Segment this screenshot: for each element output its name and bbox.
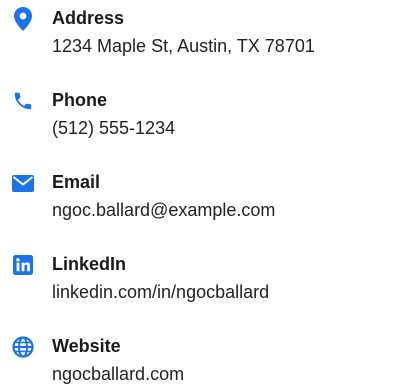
address-value: 1234 Maple St, Austin, TX 78701 [52,36,315,56]
globe-icon [10,334,36,360]
linkedin-value: linkedin.com/in/ngocballard [52,282,270,302]
contact-item-website: Website ngocballard.com [0,332,398,392]
contact-item-phone: Phone (512) 555-1234 [0,86,398,146]
website-value: ngocballard.com [52,364,185,384]
phone-icon [10,88,36,114]
linkedin-icon [10,252,36,278]
email-label: Email [52,172,101,192]
linkedin-label: LinkedIn [52,254,127,274]
contact-item-email: Email ngoc.ballard@example.com [0,168,398,228]
address-label: Address [52,8,125,28]
contact-item-linkedin: LinkedIn linkedin.com/in/ngocballard [0,250,398,310]
phone-value: (512) 555-1234 [52,118,176,138]
contact-info-list: Address 1234 Maple St, Austin, TX 78701 … [0,0,398,391]
envelope-icon [10,170,36,196]
contact-item-address: Address 1234 Maple St, Austin, TX 78701 [0,4,398,64]
email-value: ngoc.ballard@example.com [52,200,276,220]
map-pin-icon [10,6,36,32]
phone-label: Phone [52,90,108,110]
website-label: Website [52,336,121,356]
